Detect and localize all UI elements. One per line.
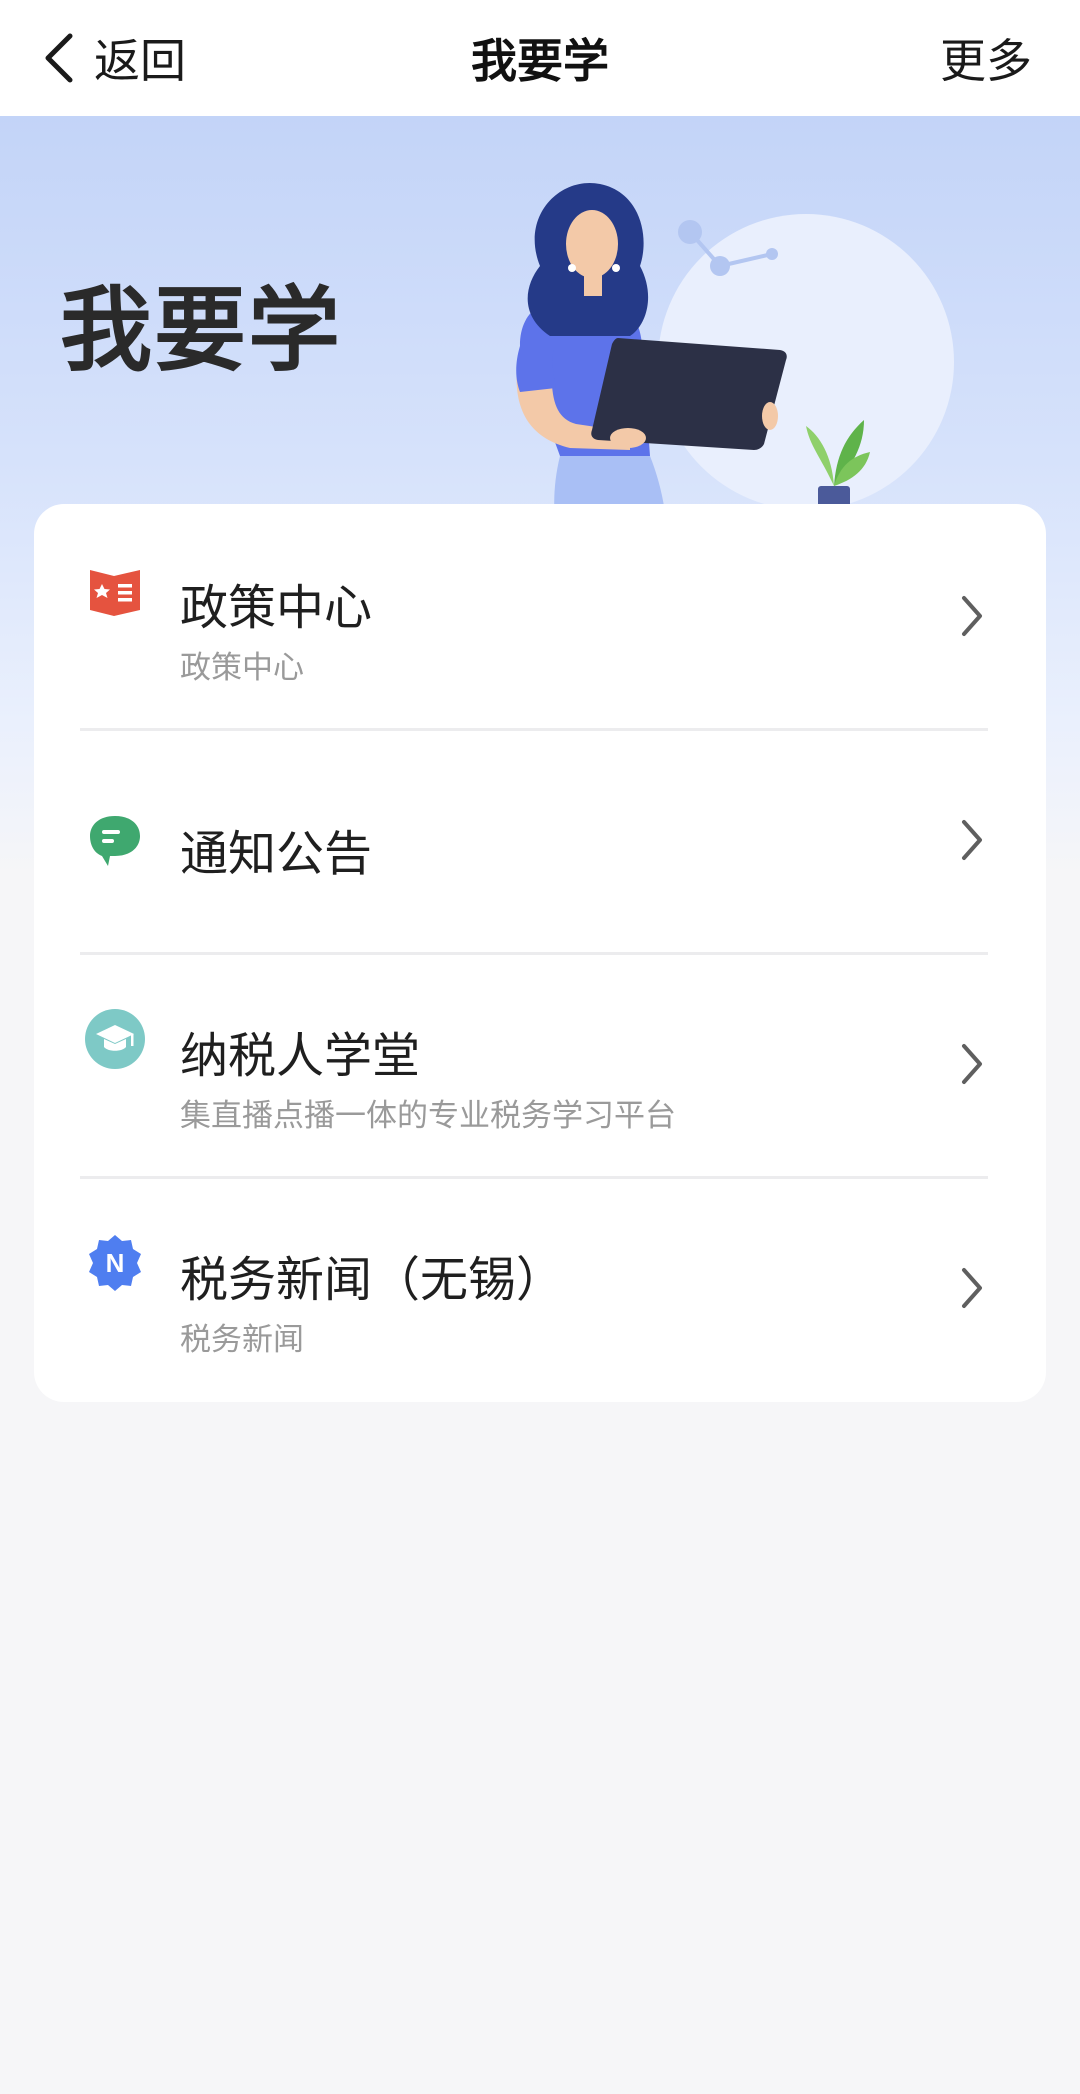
back-button[interactable]: 返回	[40, 25, 186, 91]
menu-item-title: 纳税人学堂	[180, 1028, 421, 1084]
page: 返回 我要学 更多 我要学 政策中心 政策中心 通知公告 纳税人学堂 集直播点播…	[0, 0, 1080, 2094]
menu-card: 政策中心 政策中心 通知公告 纳税人学堂 集直播点播一体的专业税务学习平台 N …	[34, 504, 1046, 1402]
woman-with-laptop-illustration	[516, 182, 970, 556]
chevron-right-icon	[962, 1044, 982, 1084]
menu-item-title: 税务新闻（无锡）	[180, 1252, 565, 1308]
menu-item-subtitle: 集直播点播一体的专业税务学习平台	[180, 1098, 676, 1134]
chevron-left-icon	[45, 33, 73, 83]
menu-item-policy-center[interactable]: 政策中心 政策中心	[34, 504, 1046, 728]
chat-bubble-icon	[90, 816, 140, 866]
menu-item-title: 政策中心	[180, 580, 373, 636]
menu-item-subtitle: 税务新闻	[180, 1322, 304, 1358]
more-button[interactable]: 更多	[940, 25, 1032, 91]
chevron-right-icon	[962, 596, 982, 636]
top-navigation-bar: 返回 我要学 更多	[0, 0, 1080, 116]
menu-item-title: 通知公告	[180, 826, 373, 882]
policy-book-icon	[90, 570, 140, 616]
chevron-right-icon	[962, 1268, 982, 1308]
back-label: 返回	[94, 34, 186, 88]
menu-item-taxpayer-school[interactable]: 纳税人学堂 集直播点播一体的专业税务学习平台	[34, 952, 1046, 1176]
menu-item-tax-news[interactable]: N 税务新闻（无锡） 税务新闻	[34, 1176, 1046, 1400]
menu-item-subtitle: 政策中心	[180, 650, 304, 686]
menu-item-notices[interactable]: 通知公告	[34, 728, 1046, 952]
news-badge-icon: N	[89, 1235, 141, 1291]
svg-text:N: N	[106, 1248, 125, 1278]
chevron-right-icon	[962, 820, 982, 860]
hero-title: 我要学	[60, 277, 343, 384]
graduation-cap-icon	[85, 1009, 145, 1069]
